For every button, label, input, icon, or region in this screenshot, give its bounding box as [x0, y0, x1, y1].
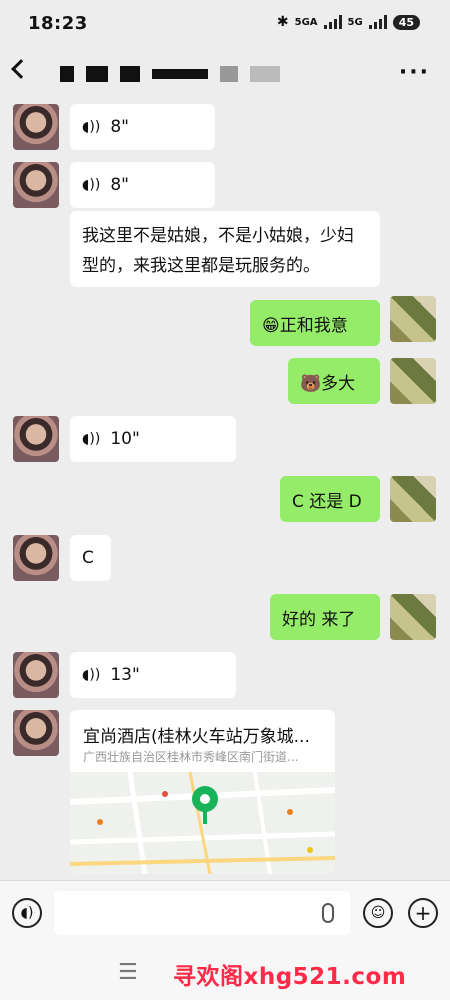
voice-wave-icon: ◖))	[82, 177, 101, 193]
map-pin-icon	[192, 786, 218, 812]
my-avatar[interactable]	[390, 358, 436, 404]
voice-message-bubble[interactable]: ◖)) 8"	[70, 162, 215, 208]
voice-duration: 10"	[110, 429, 140, 449]
location-card[interactable]: 宜尚酒店(桂林火车站万象城... 广西壮族自治区桂林市秀峰区南门街道...	[70, 710, 335, 874]
voice-message-bubble[interactable]: ◖)) 10"	[70, 416, 236, 462]
text-message-bubble[interactable]: 🐻多大	[288, 358, 380, 404]
my-avatar[interactable]	[390, 594, 436, 640]
contact-avatar[interactable]	[13, 416, 59, 462]
smile-icon[interactable]: ☺	[363, 898, 393, 928]
voice-message-bubble[interactable]: ◖)) 8"	[70, 104, 215, 150]
voice-wave-icon: ◖))	[82, 667, 101, 683]
voice-duration: 8"	[110, 117, 129, 137]
chat-header: ···	[0, 50, 450, 100]
message-text: 好的 来了	[282, 609, 356, 630]
status-time: 18:23	[28, 13, 88, 34]
location-map-preview	[70, 771, 335, 874]
text-message-bubble[interactable]: C	[70, 535, 111, 581]
watermark-text: 寻欢阁xhg521.com	[173, 964, 407, 990]
system-nav-bar: ☰ 寻欢阁xhg521.com	[0, 946, 450, 1000]
message-input[interactable]	[54, 891, 350, 935]
voice-duration: 8"	[110, 175, 129, 195]
my-avatar[interactable]	[390, 296, 436, 342]
message-text: C	[82, 548, 94, 568]
contact-avatar[interactable]	[13, 104, 59, 150]
network-label-2: 5G	[347, 16, 363, 28]
my-avatar[interactable]	[390, 476, 436, 522]
voice-input-icon[interactable]: ◖)	[12, 898, 42, 928]
location-address: 广西壮族自治区桂林市秀峰区南门街道...	[83, 750, 299, 764]
bluetooth-icon: ✱	[276, 14, 289, 30]
message-text: C 还是 D	[292, 491, 362, 512]
location-title: 宜尚酒店(桂林火车站万象城...	[83, 727, 310, 747]
contact-avatar[interactable]	[13, 535, 59, 581]
contact-avatar[interactable]	[13, 162, 59, 208]
map-pin-stem	[203, 810, 207, 824]
menu-icon[interactable]: ☰	[118, 960, 138, 985]
status-icons: ✱ 5GA 5G 45	[277, 14, 420, 30]
text-message-bubble[interactable]: C 还是 D	[280, 476, 380, 522]
microphone-icon[interactable]	[322, 903, 334, 923]
message-text: 🐻多大	[300, 373, 356, 394]
voice-wave-icon: ◖))	[82, 119, 101, 135]
back-icon[interactable]	[11, 59, 31, 79]
text-message-bubble[interactable]: 我这里不是姑娘，不是小姑娘，少妇型的，来我这里都是玩服务的。	[70, 211, 380, 287]
message-text: 😁正和我意	[262, 315, 348, 336]
text-message-bubble[interactable]: 😁正和我意	[250, 300, 380, 346]
plus-icon[interactable]: +	[408, 898, 438, 928]
more-icon[interactable]: ···	[399, 60, 430, 85]
status-bar: 18:23 ✱ 5GA 5G 45	[0, 0, 450, 48]
voice-duration: 13"	[110, 665, 140, 685]
contact-avatar[interactable]	[13, 652, 59, 698]
signal-icon	[323, 15, 342, 29]
chat-input-bar: ◖) ☺ +	[0, 880, 450, 946]
voice-message-bubble[interactable]: ◖)) 13"	[70, 652, 236, 698]
voice-wave-icon: ◖))	[82, 431, 101, 447]
network-label-1: 5GA	[294, 16, 318, 28]
text-message-bubble[interactable]: 好的 来了	[270, 594, 380, 640]
signal-icon	[368, 15, 387, 29]
contact-avatar[interactable]	[13, 710, 59, 756]
message-text: 我这里不是姑娘，不是小姑娘，少妇型的，来我这里都是玩服务的。	[82, 226, 354, 276]
battery-indicator: 45	[392, 14, 420, 30]
masked-chat-title	[60, 66, 280, 82]
